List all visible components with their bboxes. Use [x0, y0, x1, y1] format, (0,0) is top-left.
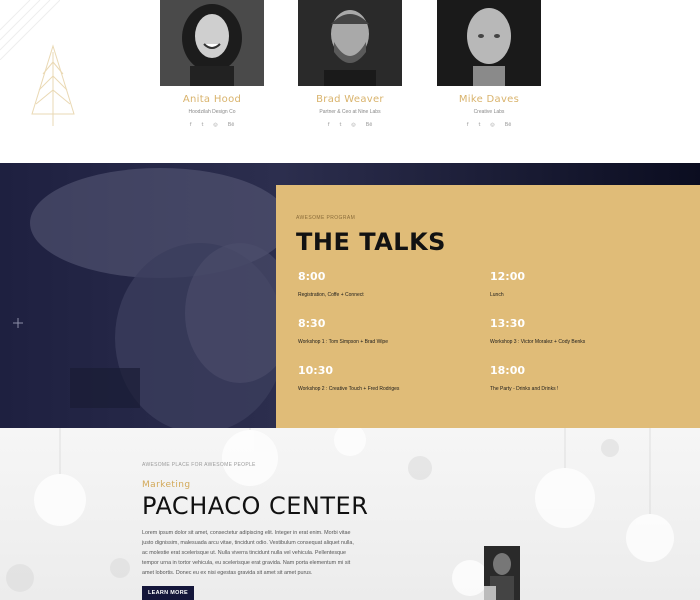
talk-description: The Party - Drinks and Drinks ! [490, 386, 559, 392]
talk-description: Lunch [490, 292, 504, 298]
paragraph-line: Lorem ipsum dolor sit amet, consectetur … [142, 530, 351, 536]
talk-item: 13:30 Workshop 3 : Victor Moralez + Cody… [490, 317, 680, 345]
speaker-name: Mike Daves [458, 94, 520, 105]
facebook-icon[interactable]: f [467, 122, 469, 128]
talk-description: Registration, Coffe + Connect [298, 292, 364, 298]
behance-icon[interactable]: Bē [366, 122, 373, 128]
facebook-icon[interactable]: f [190, 122, 192, 128]
speaker-role: Partner & Ceo at Nine Labs [319, 109, 381, 115]
speaker-photo [298, 0, 402, 86]
talk-time: 10:30 [298, 364, 334, 377]
speaker-card: Anita Hood Hoodzilah Design Co f t ◎ Bē [160, 0, 264, 128]
social-links: f t ◎ Bē [298, 122, 402, 128]
plus-icon [13, 318, 23, 328]
talk-time: 12:00 [490, 270, 526, 283]
speaker-card: Mike Daves Creative Labs f t ◎ Bē [437, 0, 541, 128]
talk-item: 10:30 Workshop 2 : Creative Touch + Fred… [298, 364, 488, 392]
speaker-card: Brad Weaver Partner & Ceo at Nine Labs f… [298, 0, 402, 128]
social-links: f t ◎ Bē [437, 122, 541, 128]
talk-description: Workshop 3 : Victor Moralez + Cody Benks [490, 339, 586, 345]
twitter-icon[interactable]: t [201, 122, 203, 128]
paragraph-line: amet lobortis. Donec eu ex nisi egestas … [142, 570, 313, 576]
section-title: THE TALKS [296, 228, 446, 256]
venue-section: AWESOME PLACE FOR AWESOME PEOPLE Marketi… [0, 428, 700, 600]
venue-photo [484, 546, 520, 600]
speaker-photo [160, 0, 264, 86]
learn-more-button[interactable]: LEARN MORE [142, 586, 194, 600]
speakers-section: Anita Hood Hoodzilah Design Co f t ◎ Bē … [0, 0, 700, 163]
behance-icon[interactable]: Bē [228, 122, 235, 128]
talk-time: 18:00 [490, 364, 526, 377]
paragraph-line: justo dignissim, malesuada arcu vitae, t… [142, 540, 354, 546]
talk-item: 12:00 Lunch [490, 270, 680, 298]
speaker-name: Anita Hood [182, 94, 242, 105]
dribbble-icon[interactable]: ◎ [213, 122, 217, 128]
speaker-name: Brad Weaver [316, 94, 384, 105]
talks-panel: AWESOME PROGRAM THE TALKS 8:00 Registrat… [276, 185, 700, 428]
twitter-icon[interactable]: t [478, 122, 480, 128]
section-kicker: AWESOME PROGRAM [296, 215, 356, 221]
section-kicker: AWESOME PLACE FOR AWESOME PEOPLE [142, 462, 256, 468]
twitter-icon[interactable]: t [339, 122, 341, 128]
section-title: PACHACO CENTER [142, 492, 369, 520]
paragraph-line: ac molestie erat scelerisque ut. Nulla v… [142, 550, 347, 556]
venue-description: Lorem ipsum dolor sit amet, consectetur … [142, 528, 364, 578]
facebook-icon[interactable]: f [328, 122, 330, 128]
talk-item: 8:30 Workshop 1 : Tom Simpson + Brad Wip… [298, 317, 488, 345]
christmas-tree-icon [31, 44, 75, 126]
speaker-role: Hoodzilah Design Co [188, 109, 236, 115]
talks-section: AWESOME PROGRAM THE TALKS 8:00 Registrat… [0, 163, 700, 428]
talk-time: 8:30 [298, 317, 326, 330]
dribbble-icon[interactable]: ◎ [351, 122, 355, 128]
section-subtitle: Marketing [142, 480, 191, 490]
speaker-photo [437, 0, 541, 86]
talk-time: 13:30 [490, 317, 526, 330]
talk-description: Workshop 2 : Creative Touch + Fred Rodri… [298, 386, 400, 392]
talk-item: 18:00 The Party - Drinks and Drinks ! [490, 364, 680, 392]
dribbble-icon[interactable]: ◎ [490, 122, 494, 128]
talk-time: 8:00 [298, 270, 326, 283]
speaker-role: Creative Labs [473, 109, 505, 115]
social-links: f t ◎ Bē [160, 122, 264, 128]
paragraph-line: tempor urna in tortor vehicula, eu scele… [142, 560, 351, 566]
talk-item: 8:00 Registration, Coffe + Connect [298, 270, 488, 298]
behance-icon[interactable]: Bē [505, 122, 512, 128]
talk-description: Workshop 1 : Tom Simpson + Brad Wipe [298, 339, 388, 345]
